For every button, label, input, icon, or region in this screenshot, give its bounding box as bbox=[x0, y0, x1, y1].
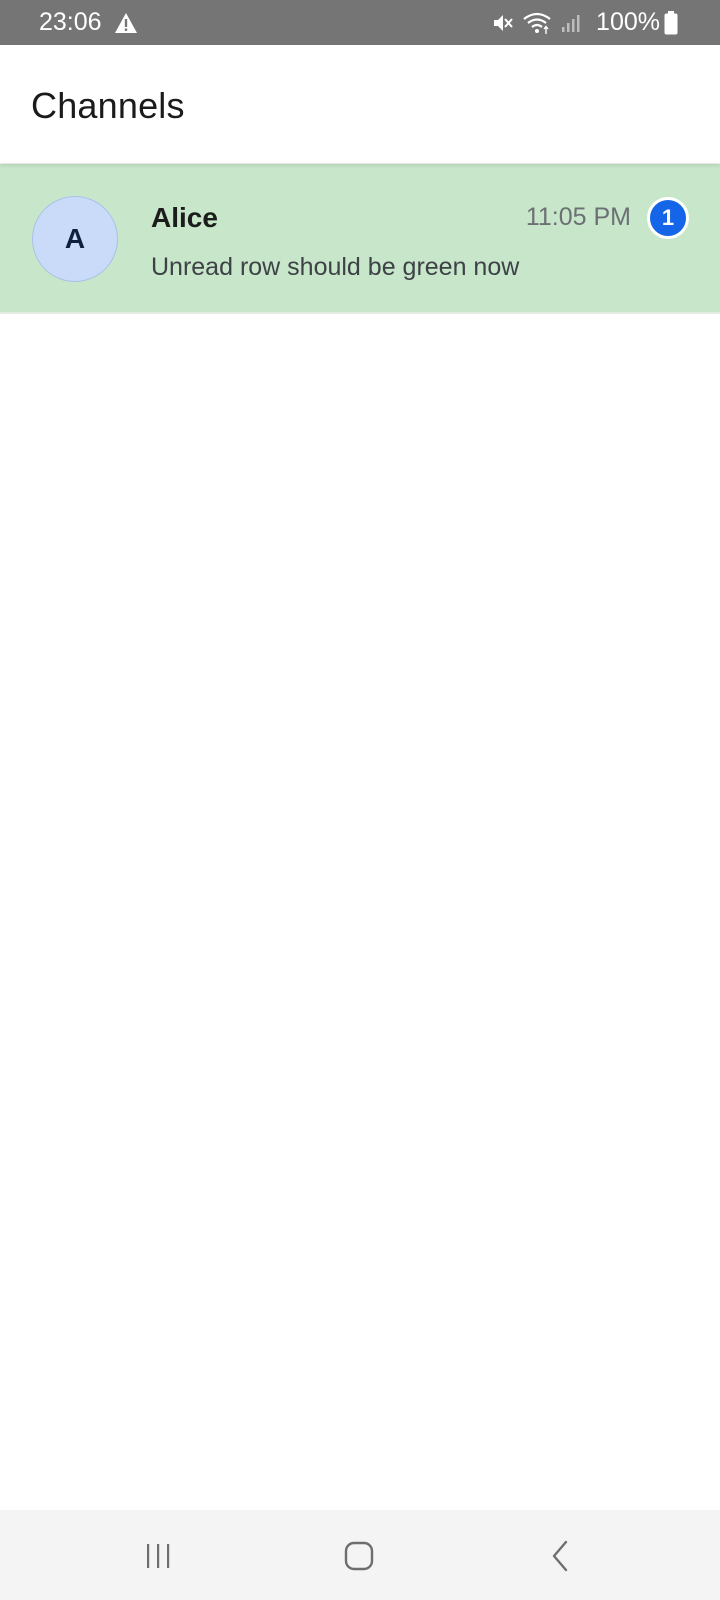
home-button[interactable] bbox=[329, 1528, 389, 1584]
back-icon bbox=[552, 1540, 568, 1572]
recents-icon bbox=[147, 1544, 170, 1568]
battery-percentage: 100% bbox=[596, 8, 660, 36]
system-nav-bar bbox=[0, 1510, 720, 1600]
battery-icon bbox=[664, 10, 678, 34]
status-bar: 23:06 100% bbox=[0, 0, 720, 45]
channel-last-message: Unread row should be green now bbox=[151, 253, 520, 281]
home-icon bbox=[344, 1541, 374, 1571]
status-left: 23:06 bbox=[39, 8, 138, 37]
mute-icon bbox=[494, 14, 513, 31]
alert-icon bbox=[114, 12, 137, 33]
channel-timestamp: 11:05 PM bbox=[525, 203, 631, 231]
back-button[interactable] bbox=[531, 1528, 591, 1584]
channel-list: A Alice 11:05 PM 1 Unread row should be … bbox=[0, 164, 720, 314]
app-header: Channels bbox=[0, 45, 720, 163]
avatar: A bbox=[32, 196, 118, 282]
unread-badge: 1 bbox=[647, 197, 689, 239]
wifi-icon bbox=[523, 12, 551, 34]
screen: 23:06 100% Channels A Alice 11:05 PM 1 U… bbox=[0, 0, 720, 1600]
signal-icon bbox=[562, 14, 580, 32]
recents-button[interactable] bbox=[128, 1528, 188, 1584]
page-title: Channels bbox=[31, 85, 185, 126]
status-time: 23:06 bbox=[39, 8, 102, 36]
channel-name: Alice bbox=[151, 202, 218, 233]
channel-row-alice[interactable]: A Alice 11:05 PM 1 Unread row should be … bbox=[0, 164, 720, 314]
status-right: 100% bbox=[492, 8, 686, 37]
